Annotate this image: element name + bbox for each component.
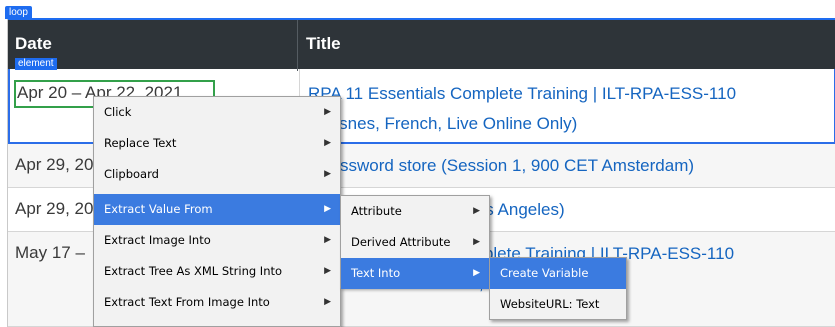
title-line[interactable]: (Fresnes, French, Live Online Only) [308, 109, 736, 139]
title-link[interactable]: A password store (Session 1, 900 CET Ams… [306, 151, 694, 181]
column-header-date[interactable]: Date [15, 34, 52, 54]
triangle-right-icon: ▶ [324, 107, 331, 117]
triangle-right-icon: ▶ [473, 268, 480, 278]
date-cell[interactable]: May 17 – [15, 243, 85, 263]
menu-item-label: Text Into [351, 266, 401, 280]
title-link[interactable]: RPA 11 Essentials Complete Training | IL… [308, 79, 736, 139]
menu-item-extract-tree-as-xml[interactable]: Extract Tree As XML String Into ▶ [94, 256, 340, 287]
menu-item-label: Replace Text [104, 136, 177, 150]
triangle-right-icon: ▶ [473, 206, 480, 216]
menu-item-label: Extract Tree As XML String Into [104, 264, 283, 278]
menu-item-clipboard[interactable]: Clipboard ▶ [94, 159, 340, 190]
menu-item-label: Create Variable [500, 266, 589, 280]
triangle-right-icon: ▶ [324, 204, 331, 214]
menu-item-label: Extract Text From Image Into [104, 295, 270, 309]
triangle-right-icon: ▶ [324, 235, 331, 245]
table-header: Date Title [8, 18, 835, 71]
context-menu: Click ▶ Replace Text ▶ Clipboard ▶ Extract … [93, 96, 341, 327]
text-into-submenu: Create Variable WebsiteURL: Text [489, 257, 627, 320]
extract-value-submenu: Attribute ▶ Derived Attribute ▶ Text Into ▶ [340, 195, 490, 289]
menu-item-extract-value-from[interactable]: Extract Value From ▶ [94, 194, 340, 225]
triangle-right-icon: ▶ [324, 169, 331, 179]
menu-item-text-into[interactable]: Text Into ▶ [341, 258, 489, 289]
menu-item-label: Extract Image Into [104, 233, 211, 247]
menu-item-extract-text-from-image[interactable]: Extract Text From Image Into ▶ [94, 287, 340, 318]
title-line[interactable]: RPA 11 Essentials Complete Training | IL… [308, 79, 736, 109]
menu-item-label: Clipboard [104, 167, 159, 181]
menu-item-label: Derived Attribute [351, 235, 451, 249]
menu-item-label: Extract Value From [104, 202, 213, 216]
column-header-title[interactable]: Title [306, 34, 341, 54]
menu-item-label: Attribute [351, 204, 402, 218]
triangle-right-icon: ▶ [324, 266, 331, 276]
column-divider [297, 20, 298, 71]
triangle-right-icon: ▶ [324, 138, 331, 148]
menu-item-attribute[interactable]: Attribute ▶ [341, 196, 489, 227]
loop-annotation-tag: loop [5, 6, 32, 19]
element-annotation-tag: element [15, 58, 57, 70]
menu-item-replace-text[interactable]: Replace Text ▶ [94, 128, 340, 159]
menu-item-label: WebsiteURL: Text [500, 297, 600, 311]
menu-item-extract-image-into[interactable]: Extract Image Into ▶ [94, 225, 340, 256]
menu-item-click[interactable]: Click ▶ [94, 97, 340, 128]
menu-item-websiteurl-text[interactable]: WebsiteURL: Text [490, 289, 626, 320]
menu-item-derived-attribute[interactable]: Derived Attribute ▶ [341, 227, 489, 258]
triangle-right-icon: ▶ [324, 297, 331, 307]
triangle-right-icon: ▶ [473, 237, 480, 247]
menu-item-create-variable[interactable]: Create Variable [490, 258, 626, 289]
menu-item-label: Click [104, 105, 132, 119]
